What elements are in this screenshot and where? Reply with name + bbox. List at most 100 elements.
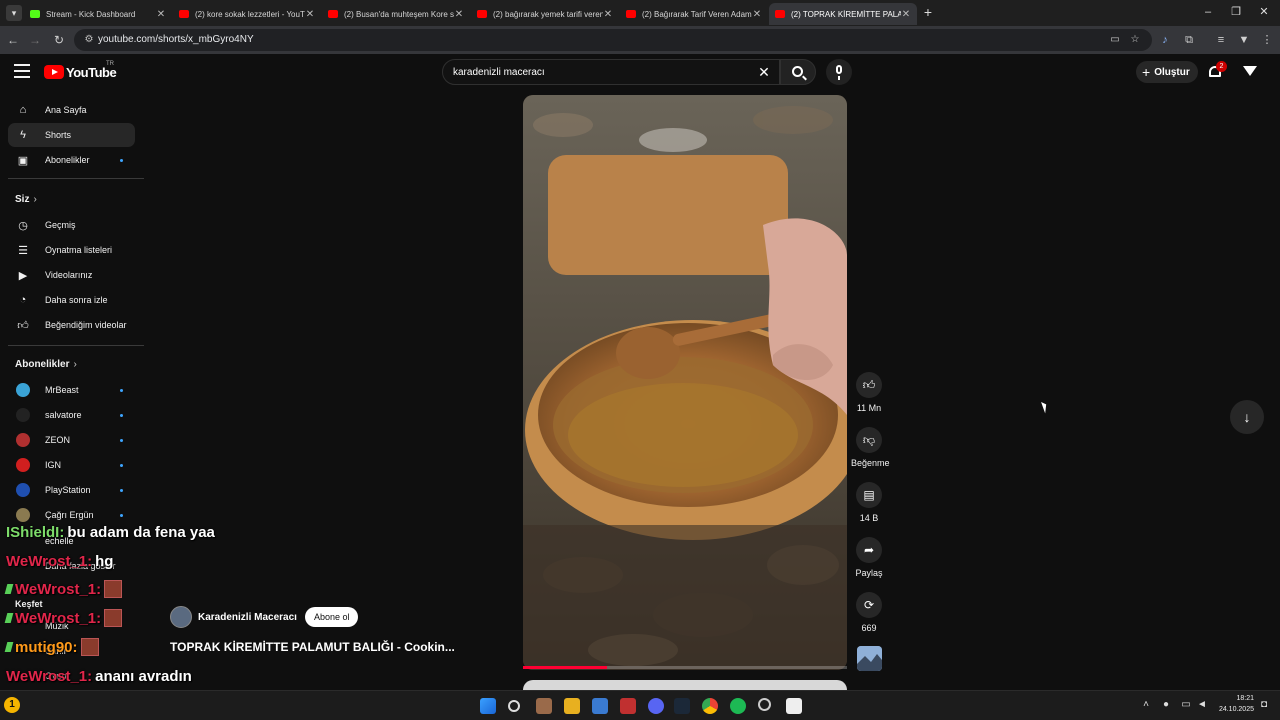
close-tab-icon[interactable]: ✕: [305, 9, 315, 20]
browser-tab[interactable]: (2) kore sokak lezzetleri - YouTube✕: [173, 3, 321, 25]
restore-icon[interactable]: ❐: [1228, 4, 1244, 20]
browser-tabstrip: ▾ Stream - Kick Dashboard ✕ (2) kore sokak…: [0, 0, 1280, 26]
tab-search-icon[interactable]: ▾: [6, 5, 22, 21]
close-tab-icon[interactable]: ✕: [454, 9, 464, 20]
taskbar-date[interactable]: 24.10.2025: [1214, 706, 1254, 713]
taskbar-time[interactable]: 18:21: [1214, 695, 1254, 702]
cast-icon[interactable]: ▭: [1108, 33, 1122, 47]
close-window-icon[interactable]: ✕: [1256, 4, 1272, 20]
back-icon[interactable]: ←: [4, 31, 22, 49]
comments-action[interactable]: ▤ 14 B: [851, 482, 887, 523]
guide-menu-icon[interactable]: [14, 64, 30, 78]
sidebar-item[interactable]: ▣ Abonelikler: [8, 148, 135, 172]
sidebar-item[interactable]: ☰ Oynatma listeleri: [8, 238, 135, 262]
tray-overflow-icon[interactable]: ˄: [1140, 699, 1152, 711]
forward-icon[interactable]: →: [26, 31, 44, 49]
app-icon-blue[interactable]: [592, 698, 608, 714]
browser-tab[interactable]: (2) bağırarak yemek tarifi veren ✕: [471, 3, 619, 25]
search-button[interactable]: [780, 59, 816, 85]
next-short-preview[interactable]: [523, 680, 847, 690]
browser-menu-icon[interactable]: ⋮: [1258, 31, 1276, 49]
discord-icon[interactable]: [648, 698, 664, 714]
media-icon[interactable]: ♪: [1156, 31, 1174, 49]
share-icon[interactable]: ➦: [856, 537, 882, 563]
site-info-icon[interactable]: ⚙: [82, 33, 96, 47]
extensions-icon[interactable]: ⧉: [1180, 31, 1198, 49]
notifications-button[interactable]: 2: [1207, 61, 1227, 80]
reload-icon[interactable]: ↻: [50, 31, 68, 49]
like-icon[interactable]: 👍︎: [856, 372, 882, 398]
subscribe-button[interactable]: Abone ol: [304, 607, 359, 627]
voice-search-button[interactable]: [826, 59, 852, 85]
remix-icon[interactable]: ⟳: [856, 592, 882, 618]
close-tab-icon[interactable]: ✕: [603, 9, 613, 20]
browser-tab[interactable]: (2) Bağırarak Tarif Veren Adam ✕: [620, 3, 768, 25]
clear-search-icon[interactable]: ✕: [755, 63, 773, 81]
browser-tab[interactable]: (2) Busan'da muhteşem Kore sokak✕: [322, 3, 470, 25]
profile-icon[interactable]: ▼: [1235, 31, 1253, 49]
chat-username: WeWrost_1:: [15, 609, 102, 627]
tray-network-icon[interactable]: ▭: [1180, 699, 1192, 711]
steam-icon[interactable]: [674, 698, 690, 714]
alert-badge[interactable]: 1: [4, 697, 20, 713]
sidebar-item[interactable]: MrBeast: [8, 378, 135, 402]
chevron-right-icon: ›: [33, 194, 37, 205]
notion-icon[interactable]: [786, 698, 802, 714]
account-avatar[interactable]: [1243, 66, 1257, 78]
next-short-button[interactable]: ↓: [1230, 400, 1264, 434]
chat-username: IShieldI:: [6, 523, 65, 541]
sidebar-item[interactable]: ϟ Shorts: [8, 123, 135, 147]
game-app-icon[interactable]: [536, 698, 552, 714]
minimize-icon[interactable]: –: [1200, 4, 1216, 20]
sidebar-divider: [8, 345, 144, 346]
sidebar-item[interactable]: PlayStation: [8, 478, 135, 502]
browser-tab[interactable]: Stream - Kick Dashboard ✕: [24, 3, 172, 25]
sidebar-item[interactable]: salvatore: [8, 403, 135, 427]
sidebar-item[interactable]: ⌂ Ana Sayfa: [8, 98, 135, 122]
address-bar[interactable]: ⚙ youtube.com/shorts/x_mbGyro4NY ▭ ☆: [74, 29, 1152, 51]
short-video-player[interactable]: [523, 95, 847, 670]
sidebar-item[interactable]: ◔ Daha sonra izle: [8, 288, 135, 312]
like-action[interactable]: 👍︎ 11 Mn: [851, 372, 887, 413]
sidebar-item-label: Daha sonra izle: [45, 295, 108, 305]
sidebar-item[interactable]: IGN: [8, 453, 135, 477]
comment-icon[interactable]: ▤: [856, 482, 882, 508]
sound-thumbnail[interactable]: [857, 646, 882, 671]
sidebar-subscriptions-header[interactable]: Abonelikler ›: [15, 359, 77, 370]
media-control-icon[interactable]: ≡: [1212, 31, 1230, 49]
taskbar-search-icon[interactable]: [508, 700, 520, 712]
chrome-icon[interactable]: [702, 698, 718, 714]
close-tab-icon[interactable]: ✕: [901, 9, 911, 20]
sidebar-item[interactable]: ◷ Geçmiş: [8, 213, 135, 237]
streaming-app-icon[interactable]: [620, 698, 636, 714]
start-icon[interactable]: [480, 698, 496, 714]
sidebar-you-header[interactable]: Siz ›: [15, 194, 37, 205]
video-progress-bar[interactable]: [523, 666, 847, 669]
tray-volume-icon[interactable]: ◄: [1196, 699, 1208, 711]
tray-mic-icon[interactable]: ●: [1160, 699, 1172, 711]
remix-action[interactable]: ⟳ 669: [851, 592, 887, 633]
youtube-logo[interactable]: YouTube TR: [44, 61, 117, 80]
sidebar-item[interactable]: ZEON: [8, 428, 135, 452]
spotify-icon[interactable]: [730, 698, 746, 714]
url-text[interactable]: youtube.com/shorts/x_mbGyro4NY: [98, 34, 254, 45]
search-input[interactable]: karadenizli maceracı ✕: [442, 59, 780, 85]
search-query-text[interactable]: karadenizli maceracı: [453, 67, 545, 78]
file-explorer-icon[interactable]: [564, 698, 580, 714]
chat-text: ananı avradın: [95, 667, 192, 685]
create-button[interactable]: + Oluştur: [1136, 61, 1198, 83]
browser-tab[interactable]: (2) TOPRAK KİREMİTTE PALAMUT✕: [769, 3, 917, 25]
dislike-icon[interactable]: 👎︎: [856, 427, 882, 453]
close-tab-icon[interactable]: ✕: [752, 9, 762, 20]
share-action[interactable]: ➦ Paylaş: [851, 537, 887, 578]
app-icon-circle[interactable]: [758, 698, 771, 711]
new-tab-button[interactable]: +: [920, 4, 936, 20]
comment-count: 14 B: [859, 513, 879, 523]
search-icon: [792, 66, 803, 77]
sidebar-item[interactable]: ▶ Videolarınız: [8, 263, 135, 287]
close-tab-icon[interactable]: ✕: [156, 9, 166, 20]
notification-center-icon[interactable]: ◘: [1258, 699, 1270, 711]
sidebar-item[interactable]: 👍︎ Beğendiğim videolar: [8, 313, 135, 337]
dislike-action[interactable]: 👎︎ Beğenme: [851, 427, 890, 468]
bookmark-star-icon[interactable]: ☆: [1128, 33, 1142, 47]
